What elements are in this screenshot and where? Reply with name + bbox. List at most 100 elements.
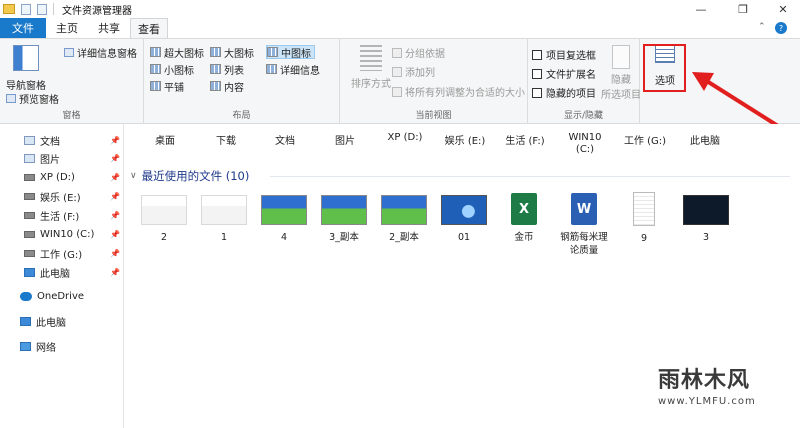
recent-file[interactable]: 01	[432, 190, 496, 244]
layout-medium-icons[interactable]: 中图标	[266, 45, 315, 60]
pin-icon[interactable]: 📌	[110, 136, 120, 145]
hidden-items-toggle[interactable]: 隐藏的项目	[532, 85, 596, 100]
documents-icon	[24, 135, 35, 145]
recent-files-title: 最近使用的文件 (10)	[141, 169, 250, 183]
hide-selected-button[interactable]: 隐藏 所选项目	[601, 45, 641, 101]
checkbox[interactable]	[532, 68, 542, 79]
group-panes: 导航窗格 预览窗格 详细信息窗格 窗格	[0, 39, 144, 123]
image-thumbnail-icon	[441, 195, 487, 225]
layout-list[interactable]: 列表	[210, 62, 244, 77]
file-label: 9	[640, 233, 648, 244]
layout-extra-large-icons[interactable]: 超大图标	[150, 45, 204, 60]
folder-item[interactable]: 桌面	[140, 132, 190, 147]
recent-file[interactable]: W 钢筋每米理论质量	[552, 190, 616, 257]
nav-item-drive-c[interactable]: WIN10 (C:) 📌	[24, 226, 124, 242]
folder-item[interactable]: WIN10 (C:)	[560, 132, 610, 156]
recent-files-header[interactable]: ∨ 最近使用的文件 (10)	[130, 168, 249, 184]
item-checkboxes-toggle[interactable]: 项目复选框	[532, 47, 596, 62]
layout-content[interactable]: 内容	[210, 79, 244, 94]
nav-item-drive-g[interactable]: 工作 (G:) 📌	[24, 245, 124, 261]
new-folder-icon[interactable]	[37, 3, 47, 15]
nav-item-documents[interactable]: 文档 📌	[24, 132, 124, 148]
layout-label: 详细信息	[280, 65, 320, 77]
pin-icon[interactable]: 📌	[110, 249, 120, 258]
nav-item-this-pc[interactable]: 此电脑	[20, 313, 120, 329]
recent-file[interactable]: X 金币	[492, 190, 556, 244]
chevron-down-icon[interactable]: ∨	[130, 171, 137, 181]
layout-label: 中图标	[281, 48, 311, 60]
fit-columns-icon	[392, 86, 402, 97]
file-extensions-toggle[interactable]: 文件扩展名	[532, 66, 596, 81]
nav-item-this-pc-quick[interactable]: 此电脑 📌	[24, 264, 124, 280]
layout-large-icons[interactable]: 大图标	[210, 45, 254, 60]
pin-icon[interactable]: 📌	[110, 230, 120, 239]
checkbox[interactable]	[532, 49, 542, 60]
add-columns-button[interactable]: 添加列	[392, 64, 435, 79]
drive-icon	[24, 211, 35, 219]
layout-tiles[interactable]: 平铺	[150, 79, 184, 94]
layout-details[interactable]: 详细信息	[266, 62, 320, 77]
group-by-button[interactable]: 分组依据	[392, 45, 445, 60]
chevron-up-icon[interactable]: ⌃	[758, 22, 766, 32]
preview-pane-button[interactable]: 预览窗格	[6, 91, 59, 106]
file-label: 01	[457, 232, 471, 243]
tab-view[interactable]: 查看	[130, 18, 168, 39]
nav-item-drive-d[interactable]: XP (D:) 📌	[24, 169, 124, 185]
nav-pane-icon	[13, 45, 39, 71]
image-thumbnail-icon	[683, 195, 729, 225]
close-button[interactable]: ✕	[768, 0, 798, 18]
folder-item[interactable]: 图片	[320, 132, 370, 147]
fit-columns-button[interactable]: 将所有列调整为合适的大小	[392, 84, 525, 99]
folder-item[interactable]: 娱乐 (E:)	[440, 132, 490, 147]
folder-item[interactable]: 生活 (F:)	[500, 132, 550, 147]
sort-icon	[360, 45, 382, 71]
hide-selected-icon	[612, 45, 630, 69]
folder-item[interactable]: 文档	[260, 132, 310, 147]
pin-icon[interactable]: 📌	[110, 211, 120, 220]
folder-icon[interactable]	[3, 4, 15, 14]
nav-item-drive-e[interactable]: 娱乐 (E:) 📌	[24, 188, 124, 204]
recent-file[interactable]: 3	[674, 190, 738, 244]
help-icon[interactable]: ?	[775, 22, 787, 34]
nav-item-label: 工作 (G:)	[40, 249, 83, 261]
pin-icon[interactable]: 📌	[110, 268, 120, 277]
nav-item-network[interactable]: 网络	[20, 338, 120, 354]
computer-icon	[20, 316, 31, 326]
maximize-button[interactable]: ❐	[728, 0, 758, 18]
recent-file[interactable]: 3_副本	[312, 190, 376, 244]
recent-file[interactable]: 4	[252, 190, 316, 244]
properties-icon[interactable]	[21, 3, 31, 15]
hide-selected-label-2: 所选项目	[601, 90, 641, 101]
tab-share[interactable]: 共享	[88, 18, 130, 38]
tab-file[interactable]: 文件	[0, 18, 46, 38]
pin-icon[interactable]: 📌	[110, 173, 120, 182]
image-thumbnail-icon	[261, 195, 307, 225]
recent-file[interactable]: 2_副本	[372, 190, 436, 244]
file-label: 1	[220, 232, 228, 243]
recent-file[interactable]: 2	[132, 190, 196, 244]
pin-icon[interactable]: 📌	[110, 192, 120, 201]
layout-small-icons[interactable]: 小图标	[150, 62, 194, 77]
nav-item-label: 生活 (F:)	[40, 211, 80, 223]
details-icon	[266, 64, 277, 74]
tab-home[interactable]: 主页	[46, 18, 88, 38]
group-by-label: 分组依据	[405, 49, 445, 60]
nav-pane-button[interactable]: 导航窗格	[4, 45, 48, 92]
checkbox[interactable]	[532, 87, 542, 98]
nav-item-onedrive[interactable]: OneDrive	[20, 288, 120, 304]
file-label: 4	[280, 232, 288, 243]
pin-icon[interactable]: 📌	[110, 154, 120, 163]
folder-item[interactable]: 工作 (G:)	[620, 132, 670, 147]
recent-file[interactable]: 1	[192, 190, 256, 244]
folder-item[interactable]: 下载	[201, 132, 251, 147]
file-label: 3_副本	[329, 232, 359, 243]
folder-item[interactable]: 此电脑	[680, 132, 730, 147]
nav-item-drive-f[interactable]: 生活 (F:) 📌	[24, 207, 124, 223]
sort-by-button[interactable]: 排序方式	[350, 45, 392, 90]
recent-file[interactable]: 9	[612, 190, 676, 245]
minimize-button[interactable]: —	[686, 0, 716, 18]
group-by-icon	[392, 47, 402, 58]
nav-item-pictures[interactable]: 图片 📌	[24, 150, 124, 166]
details-pane-button[interactable]: 详细信息窗格	[64, 45, 137, 60]
folder-item[interactable]: XP (D:)	[380, 132, 430, 143]
